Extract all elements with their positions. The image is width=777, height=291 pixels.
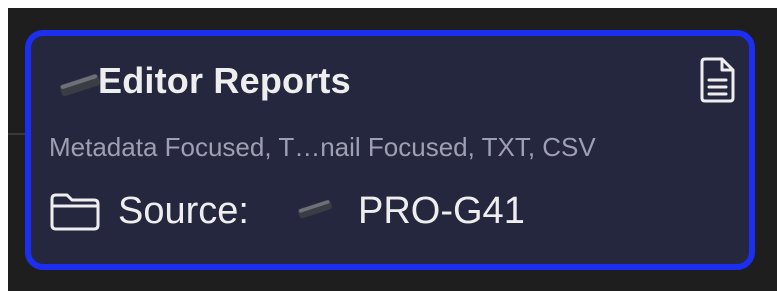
document-icon[interactable] — [697, 56, 739, 104]
folder-icon — [50, 193, 100, 231]
card-subtitle: Metadata Focused, T…nail Focused, TXT, C… — [49, 132, 596, 162]
source-device-name: PRO-G41 — [358, 190, 525, 232]
card-title: Editor Reports — [98, 60, 351, 101]
drive-icon — [298, 199, 332, 219]
source-label: Source: — [118, 190, 249, 232]
drive-icon — [59, 74, 101, 96]
